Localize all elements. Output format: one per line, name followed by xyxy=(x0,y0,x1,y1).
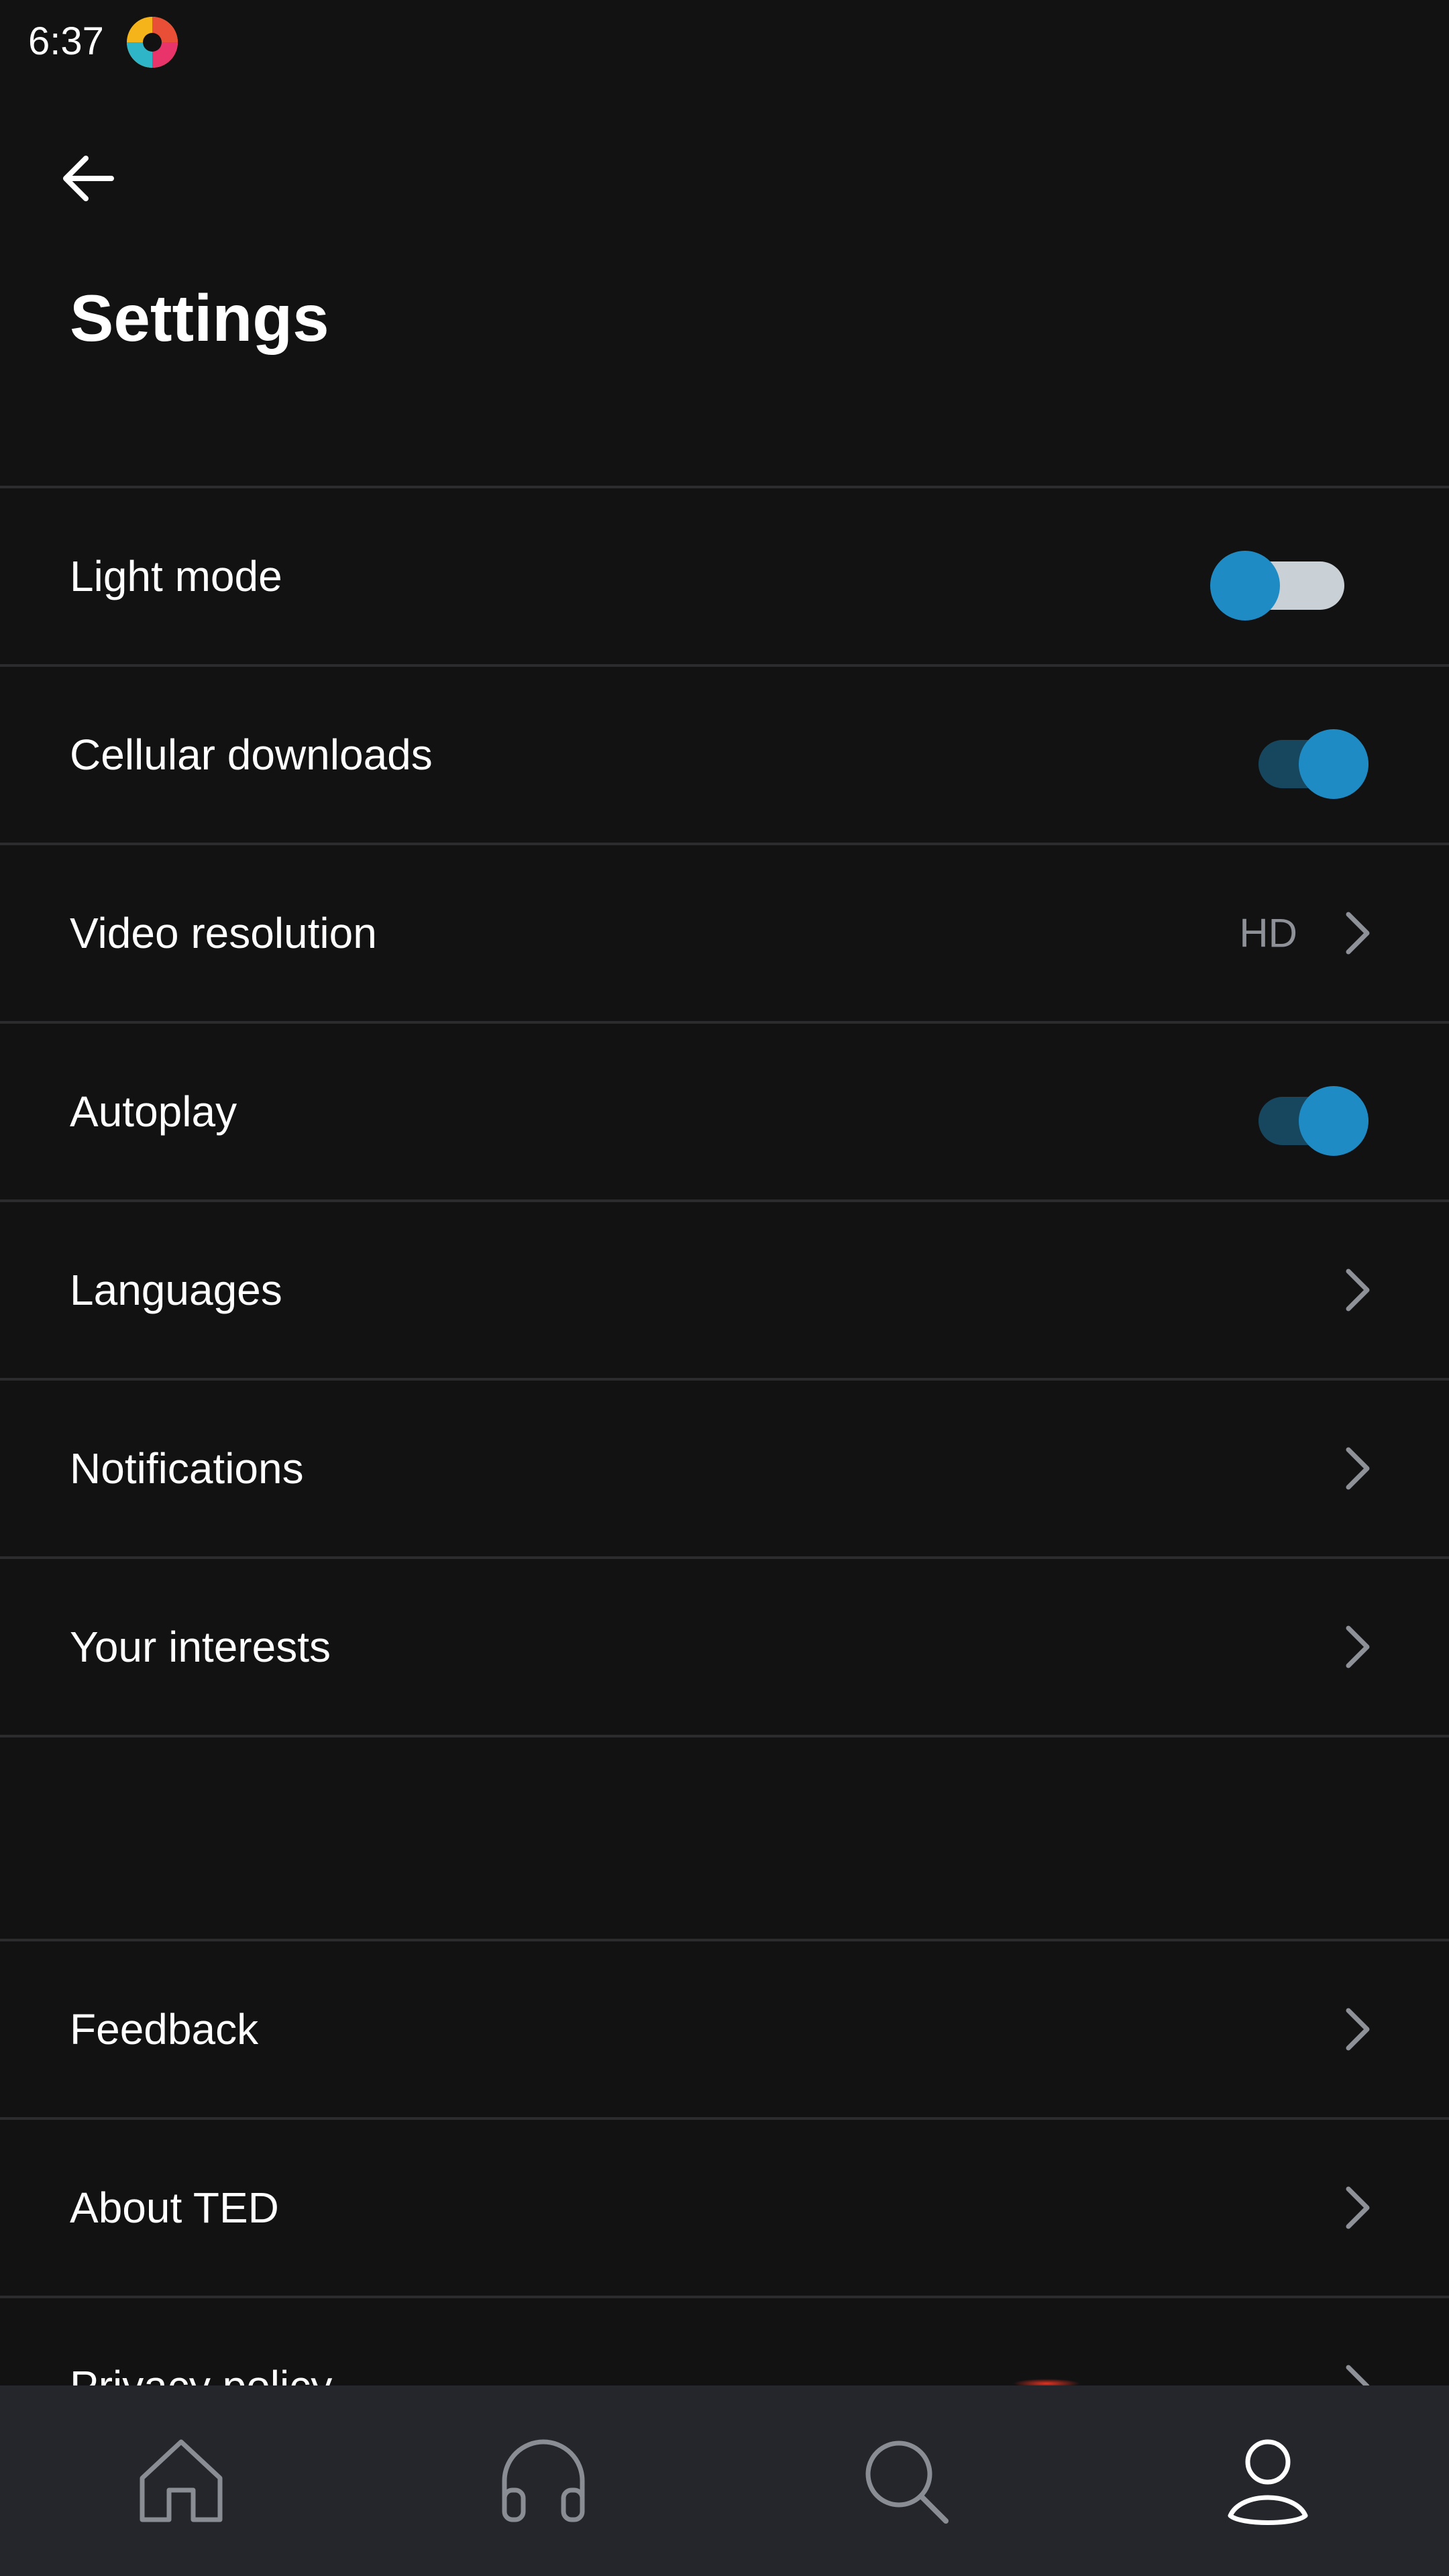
settings-list: Light mode Cellular downloads Video reso… xyxy=(0,486,1449,2474)
toggle-thumb xyxy=(1210,551,1280,621)
chevron-right-icon xyxy=(1346,1269,1370,1311)
profile-icon xyxy=(1228,2439,1308,2525)
chevron-right-icon xyxy=(1346,2008,1370,2051)
search-icon xyxy=(865,2440,949,2524)
light-mode-toggle[interactable] xyxy=(1210,541,1368,621)
setting-feedback[interactable]: Feedback xyxy=(0,1941,1449,2117)
nav-home[interactable] xyxy=(0,2385,362,2576)
nav-audio[interactable] xyxy=(362,2385,724,2576)
setting-autoplay[interactable]: Autoplay xyxy=(0,1024,1449,1199)
setting-label: Your interests xyxy=(70,1623,331,1671)
setting-video-resolution[interactable]: Video resolution HD xyxy=(0,845,1449,1021)
status-bar: 6:37 xyxy=(0,0,1449,80)
cellular-downloads-toggle[interactable] xyxy=(1234,720,1368,799)
setting-label: Light mode xyxy=(70,552,282,600)
setting-notifications[interactable]: Notifications xyxy=(0,1381,1449,1556)
setting-about-ted[interactable]: About TED xyxy=(0,2120,1449,2296)
setting-label: Cellular downloads xyxy=(70,731,433,779)
setting-label: Notifications xyxy=(70,1444,304,1493)
toggle-thumb xyxy=(1299,729,1368,799)
app-logo-icon xyxy=(125,15,180,70)
setting-label: Autoplay xyxy=(70,1087,237,1136)
headphones-icon xyxy=(502,2439,585,2522)
autoplay-toggle[interactable] xyxy=(1234,1077,1368,1156)
back-arrow-icon xyxy=(63,156,114,201)
chevron-right-icon xyxy=(1346,1447,1370,1490)
nav-profile[interactable] xyxy=(1087,2385,1449,2576)
setting-label: About TED xyxy=(70,2184,279,2232)
chevron-right-icon xyxy=(1346,1625,1370,1668)
nav-search[interactable] xyxy=(724,2385,1087,2576)
home-icon xyxy=(140,2439,223,2522)
chevron-right-icon xyxy=(1346,2186,1370,2229)
setting-label: Languages xyxy=(70,1266,282,1314)
setting-cellular-downloads[interactable]: Cellular downloads xyxy=(0,667,1449,843)
setting-label: Video resolution xyxy=(70,909,377,957)
setting-your-interests[interactable]: Your interests xyxy=(0,1559,1449,1735)
toggle-thumb xyxy=(1299,1086,1368,1156)
status-time: 6:37 xyxy=(28,19,104,63)
bottom-nav xyxy=(0,2385,1449,2576)
video-resolution-value: HD xyxy=(1239,910,1297,956)
setting-light-mode[interactable]: Light mode xyxy=(0,488,1449,664)
page-title: Settings xyxy=(70,281,329,355)
setting-languages[interactable]: Languages xyxy=(0,1202,1449,1378)
back-button[interactable] xyxy=(48,138,129,219)
setting-label: Feedback xyxy=(70,2005,259,2053)
chevron-right-icon xyxy=(1346,912,1370,955)
settings-screen: 6:37 Settings Light mode Cellular downlo… xyxy=(0,0,1449,2576)
